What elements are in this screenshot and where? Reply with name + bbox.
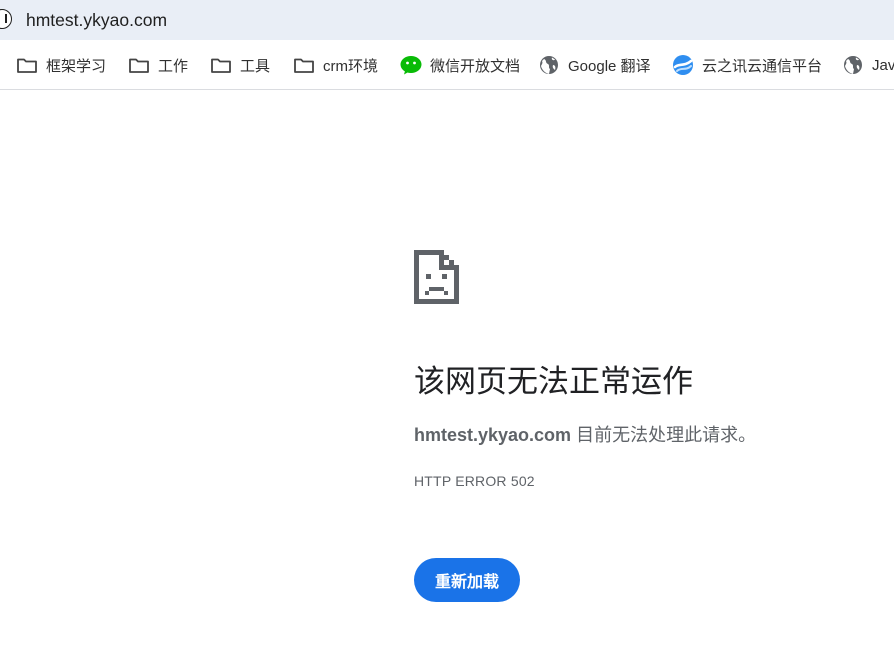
error-host: hmtest.ykyao.com [414, 425, 572, 445]
bookmark-label: 微信开放文档 [430, 57, 521, 75]
folder-icon [16, 54, 38, 76]
bookmark-folder-框架学习[interactable]: 框架学习 [16, 53, 106, 77]
folder-icon [210, 54, 232, 76]
site-info-icon[interactable] [0, 9, 12, 29]
bookmark-java[interactable]: Java [842, 53, 894, 77]
bookmark-folder-工具[interactable]: 工具 [210, 53, 270, 77]
address-bar[interactable]: hmtest.ykyao.com [0, 0, 894, 40]
globe-icon [842, 54, 864, 76]
wechat-icon [400, 54, 422, 76]
bookmark-yunzhixun[interactable]: 云之讯云通信平台 [672, 53, 822, 77]
folder-icon [293, 54, 315, 76]
folder-icon [128, 54, 150, 76]
bookmark-label: 工具 [240, 57, 271, 75]
sad-page-icon [414, 250, 459, 304]
reload-button[interactable]: 重新加载 [414, 558, 520, 602]
bookmark-label: 云之讯云通信平台 [702, 57, 823, 75]
error-code: HTTP ERROR 502 [414, 473, 535, 489]
bookmark-google-translate[interactable]: Google 翻译 [538, 53, 651, 77]
bookmark-folder-工作[interactable]: 工作 [128, 53, 188, 77]
url-text[interactable]: hmtest.ykyao.com [26, 9, 167, 31]
error-detail: hmtest.ykyao.com 目前无法处理此请求。 [414, 423, 756, 447]
error-message: 目前无法处理此请求。 [571, 425, 757, 445]
bookmark-label: 工作 [158, 57, 189, 75]
bookmark-label: Java [872, 56, 894, 74]
bookmarks-bar: 框架学习 工作 工具 crm环境 微信开放文档 Google 翻译 云之讯云通信… [0, 40, 894, 90]
globe-icon [538, 54, 560, 76]
bookmark-folder-crm[interactable]: crm环境 [293, 53, 378, 77]
error-headline: 该网页无法正常运作 [414, 364, 693, 399]
yunzhixun-icon [672, 54, 694, 76]
bookmark-label: Google 翻译 [568, 57, 651, 75]
bookmark-label: crm环境 [323, 57, 378, 75]
bookmark-wechat-docs[interactable]: 微信开放文档 [400, 53, 520, 77]
bookmark-label: 框架学习 [46, 57, 107, 75]
